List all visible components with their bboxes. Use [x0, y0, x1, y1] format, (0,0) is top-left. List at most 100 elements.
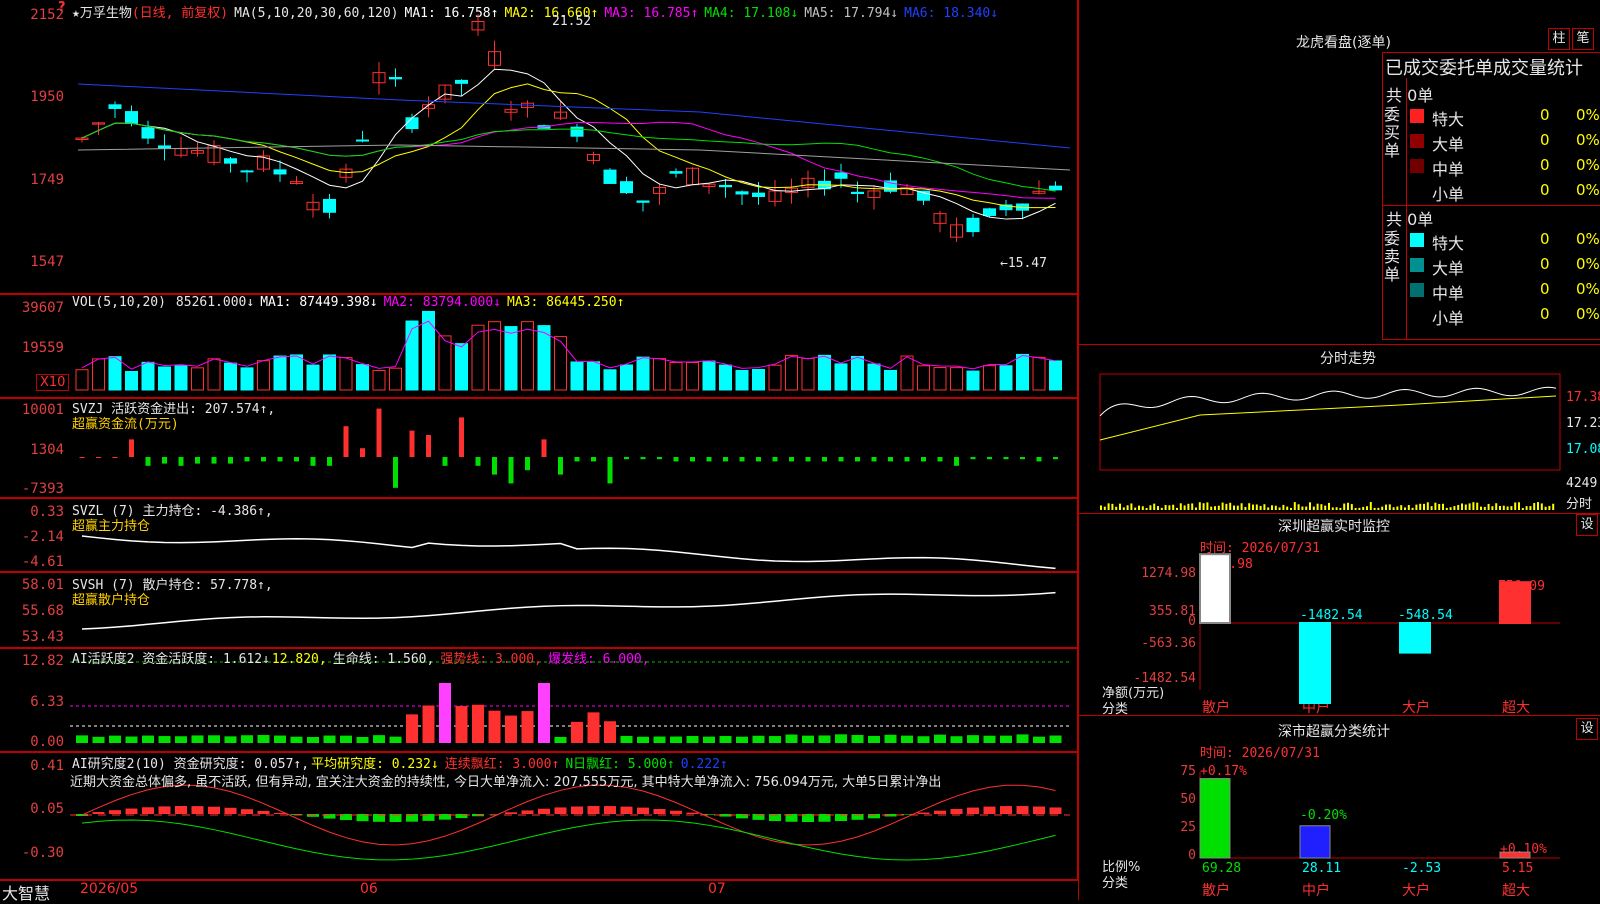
- intraday-vol-bar: [1377, 508, 1379, 510]
- intraday-vol-bar: [1324, 506, 1326, 510]
- intraday-vol-bar: [1214, 506, 1216, 510]
- intraday-vol-bar: [1237, 506, 1239, 510]
- intraday-vol-bar: [1488, 504, 1490, 510]
- monitor-bar: [1200, 554, 1230, 623]
- intraday-avg-line: [1100, 396, 1556, 440]
- intraday-vol-bar: [1503, 506, 1505, 510]
- intraday-vol-bar: [1229, 503, 1231, 510]
- intraday-vol-bar: [1263, 504, 1265, 510]
- intraday-vol-bar: [1499, 506, 1501, 510]
- intraday-vol-bar: [1309, 502, 1311, 510]
- intraday-vol-bar: [1423, 504, 1425, 510]
- intraday-vol-bar: [1522, 508, 1524, 510]
- intraday-vol-bar: [1472, 502, 1474, 510]
- intraday-vol-bar: [1233, 506, 1235, 510]
- intraday-vol-bar: [1187, 504, 1189, 510]
- intraday-vol-bar: [1533, 503, 1535, 510]
- intraday-vol-bar: [1332, 507, 1334, 510]
- intraday-vol-bar: [1222, 503, 1224, 510]
- intraday-vol-bar: [1241, 503, 1243, 510]
- intraday-vol-bar: [1495, 503, 1497, 510]
- intraday-vol-bar: [1172, 505, 1174, 510]
- intraday-vol-bar: [1244, 507, 1246, 510]
- intraday-vol-bar: [1127, 505, 1129, 510]
- intraday-vol-bar: [1157, 506, 1159, 510]
- intraday-vol-bar: [1412, 508, 1414, 510]
- intraday-price-line: [1100, 387, 1556, 416]
- intraday-vol-bar: [1248, 503, 1250, 510]
- intraday-vol-bar: [1210, 507, 1212, 510]
- intraday-vol-bar: [1408, 505, 1410, 510]
- intraday-box: [1100, 374, 1560, 470]
- intraday-vol-bar: [1446, 508, 1448, 510]
- intraday-vol-bar: [1526, 506, 1528, 510]
- intraday-vol-bar: [1514, 502, 1516, 510]
- intraday-vol-bar: [1339, 508, 1341, 510]
- intraday-vol-bar: [1298, 504, 1300, 510]
- intraday-vol-bar: [1218, 506, 1220, 510]
- intraday-vol-bar: [1442, 504, 1444, 510]
- intraday-vol-bar: [1355, 508, 1357, 510]
- intraday-vol-bar: [1419, 504, 1421, 510]
- intraday-vol-bar: [1267, 507, 1269, 510]
- intraday-vol-bar: [1104, 507, 1106, 510]
- intraday-vol-bar: [1453, 506, 1455, 510]
- intraday-vol-bar: [1275, 506, 1277, 510]
- intraday-vol-bar: [1343, 504, 1345, 510]
- intraday-vol-bar: [1115, 507, 1117, 510]
- monitor-bar: [1300, 623, 1330, 703]
- intraday-vol-bar: [1130, 503, 1132, 510]
- intraday-vol-bar: [1328, 503, 1330, 510]
- intraday-vol-bar: [1510, 506, 1512, 510]
- intraday-vol-bar: [1366, 506, 1368, 510]
- intraday-vol-bar: [1191, 503, 1193, 510]
- intraday-vol-bar: [1286, 507, 1288, 510]
- intraday-vol-bar: [1282, 505, 1284, 510]
- intraday-vol-bar: [1225, 504, 1227, 510]
- intraday-vol-bar: [1290, 508, 1292, 510]
- classify-bar: [1500, 852, 1530, 858]
- intraday-vol-bar: [1351, 504, 1353, 510]
- intraday-vol-bar: [1119, 504, 1121, 510]
- intraday-vol-bar: [1203, 503, 1205, 510]
- intraday-vol-bar: [1374, 508, 1376, 510]
- intraday-vol-bar: [1552, 504, 1554, 510]
- intraday-vol-bar: [1529, 506, 1531, 510]
- side-charts: [0, 0, 1600, 900]
- intraday-vol-bar: [1518, 502, 1520, 510]
- intraday-vol-bar: [1347, 503, 1349, 510]
- intraday-vol-bar: [1438, 504, 1440, 510]
- monitor-bar: [1400, 623, 1430, 653]
- intraday-vol-bar: [1541, 503, 1543, 510]
- intraday-vol-bar: [1108, 503, 1110, 510]
- intraday-vol-bar: [1313, 507, 1315, 510]
- intraday-vol-bar: [1165, 505, 1167, 510]
- intraday-vol-bar: [1252, 505, 1254, 510]
- intraday-vol-bar: [1149, 505, 1151, 510]
- intraday-vol-bar: [1123, 507, 1125, 510]
- intraday-vol-bar: [1457, 505, 1459, 510]
- intraday-vol-bar: [1168, 505, 1170, 510]
- intraday-vol-bar: [1484, 507, 1486, 510]
- intraday-vol-bar: [1320, 504, 1322, 510]
- classify-bar: [1200, 779, 1230, 858]
- intraday-vol-bar: [1180, 503, 1182, 510]
- intraday-vol-bar: [1256, 504, 1258, 510]
- intraday-vol-bar: [1138, 506, 1140, 510]
- intraday-vol-bar: [1370, 502, 1372, 510]
- intraday-vol-bar: [1271, 505, 1273, 510]
- intraday-vol-bar: [1294, 502, 1296, 510]
- intraday-vol-bar: [1381, 507, 1383, 510]
- intraday-vol-bar: [1184, 505, 1186, 510]
- intraday-vol-bar: [1431, 506, 1433, 510]
- intraday-vol-bar: [1385, 505, 1387, 510]
- intraday-vol-bar: [1396, 506, 1398, 510]
- intraday-vol-bar: [1146, 508, 1148, 510]
- intraday-vol-bar: [1153, 504, 1155, 510]
- intraday-vol-bar: [1476, 503, 1478, 510]
- intraday-vol-bar: [1358, 508, 1360, 510]
- intraday-vol-bar: [1427, 502, 1429, 510]
- monitor-bar: [1500, 582, 1530, 623]
- intraday-vol-bar: [1450, 507, 1452, 510]
- intraday-vol-bar: [1111, 504, 1113, 510]
